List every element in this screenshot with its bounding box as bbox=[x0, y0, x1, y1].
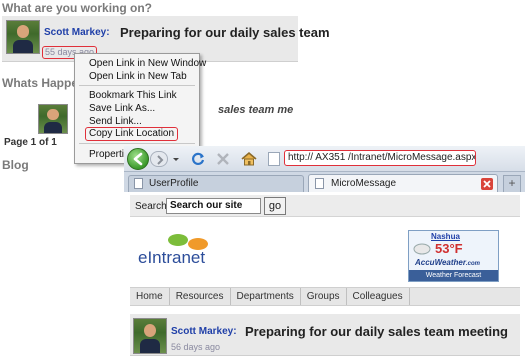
history-dropdown[interactable] bbox=[170, 152, 182, 166]
forward-arrow-icon bbox=[157, 155, 164, 165]
stop-button[interactable] bbox=[215, 151, 231, 167]
nav-resources[interactable]: Resources bbox=[170, 288, 231, 305]
post-timeago[interactable]: 56 days ago bbox=[171, 342, 220, 352]
weather-brand: AccuWeather.com bbox=[415, 258, 480, 267]
site-nav: Home Resources Departments Groups Colleagues bbox=[130, 287, 520, 306]
nav-colleagues[interactable]: Colleagues bbox=[347, 288, 410, 305]
reload-icon bbox=[192, 152, 205, 165]
avatar bbox=[6, 20, 40, 54]
home-button[interactable] bbox=[240, 150, 258, 168]
chevron-down-icon bbox=[173, 158, 179, 161]
menu-item-open-new-window[interactable]: Open Link in New Window bbox=[89, 58, 206, 69]
address-bar[interactable]: http:// AX351 /Intranet/MicroMessage.asp… bbox=[284, 150, 476, 166]
nav-departments[interactable]: Departments bbox=[231, 288, 301, 305]
tab-micromessage[interactable]: MicroMessage bbox=[308, 174, 498, 193]
site-icon bbox=[268, 152, 280, 166]
weather-forecast-label: Weather Forecast bbox=[409, 270, 498, 281]
nav-groups[interactable]: Groups bbox=[301, 288, 347, 305]
blog-heading: Blog bbox=[2, 158, 29, 172]
home-icon bbox=[241, 151, 257, 166]
back-arrow-icon bbox=[133, 152, 143, 166]
logo: eIntranet bbox=[138, 228, 218, 273]
avatar bbox=[38, 104, 68, 134]
close-tab-button[interactable] bbox=[481, 178, 493, 190]
search-input[interactable]: Search our site bbox=[166, 198, 261, 214]
weather-brand-suffix: .com bbox=[465, 261, 480, 267]
weather-widget[interactable]: Nashua 53°F AccuWeather.com Weather Fore… bbox=[408, 230, 499, 282]
post-text-fragment: sales team me bbox=[218, 104, 294, 116]
post-author-link[interactable]: Scott Markey: bbox=[171, 326, 237, 337]
menu-item-copy-link-location[interactable]: Copy Link Location bbox=[85, 127, 179, 141]
menu-item-send-link[interactable]: Send Link... bbox=[89, 116, 142, 127]
weather-city: Nashua bbox=[431, 232, 460, 241]
weather-temp: 53°F bbox=[435, 241, 463, 256]
post-author-link[interactable]: Scott Markey: bbox=[44, 27, 110, 38]
tab-label: UserProfile bbox=[149, 178, 199, 189]
post-text: Preparing for our daily sales team meeti… bbox=[245, 324, 508, 339]
search-go-button[interactable]: go bbox=[264, 197, 286, 215]
weather-brand-name: AccuWeather bbox=[415, 258, 466, 267]
page-indicator: Page 1 of 1 bbox=[4, 137, 57, 148]
search-label: Search bbox=[135, 201, 167, 212]
page-icon bbox=[134, 178, 143, 189]
back-button[interactable] bbox=[127, 148, 149, 170]
cloud-icon bbox=[413, 243, 431, 255]
logo-text: eIntranet bbox=[138, 248, 206, 267]
close-icon bbox=[483, 180, 491, 188]
working-heading: What are you working on? bbox=[2, 1, 153, 15]
new-tab-button[interactable]: + bbox=[503, 175, 521, 192]
menu-item-bookmark-link[interactable]: Bookmark This Link bbox=[89, 90, 177, 101]
menu-item-open-new-tab[interactable]: Open Link in New Tab bbox=[89, 71, 187, 82]
whats-happening-heading: Whats Happe bbox=[2, 76, 79, 90]
avatar bbox=[133, 318, 167, 354]
tab-userprofile[interactable]: UserProfile bbox=[128, 175, 304, 192]
forward-button[interactable] bbox=[150, 151, 168, 167]
nav-home[interactable]: Home bbox=[130, 288, 170, 305]
stop-icon bbox=[217, 153, 229, 165]
reload-button[interactable] bbox=[190, 151, 206, 167]
page-icon bbox=[315, 178, 324, 189]
post-text: Preparing for our daily sales team bbox=[120, 25, 330, 40]
menu-item-save-link-as[interactable]: Save Link As... bbox=[89, 103, 155, 114]
tab-label: MicroMessage bbox=[331, 178, 397, 189]
